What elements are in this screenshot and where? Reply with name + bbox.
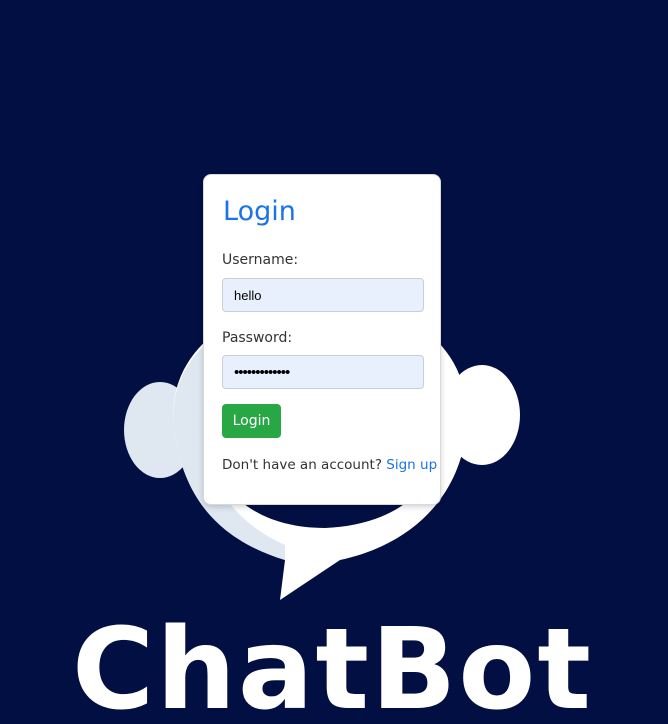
- login-card: Login Username: Password: Login Don't ha…: [203, 174, 441, 505]
- password-label: Password:: [222, 330, 293, 346]
- username-input[interactable]: [222, 278, 424, 312]
- login-button[interactable]: Login: [222, 404, 281, 438]
- username-label: Username:: [222, 252, 299, 268]
- login-title: Login: [223, 196, 296, 227]
- login-page: ChatBot Login Username: Password: Login …: [0, 0, 668, 724]
- signup-row: Don't have an account? Sign up: [222, 456, 437, 474]
- signup-link[interactable]: Sign up: [386, 457, 437, 473]
- chatbot-logo-text: ChatBot: [72, 605, 593, 724]
- password-input[interactable]: [222, 355, 424, 389]
- signup-prompt: Don't have an account?: [222, 457, 382, 473]
